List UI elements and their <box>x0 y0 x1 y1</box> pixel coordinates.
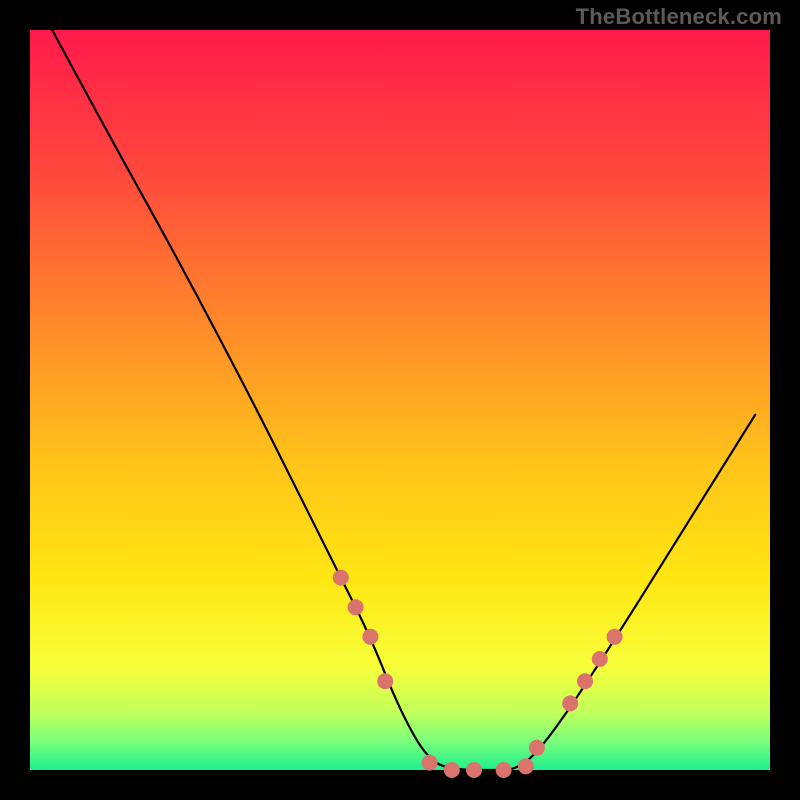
curve-marker <box>348 599 364 615</box>
curve-marker <box>577 673 593 689</box>
curve-marker <box>362 629 378 645</box>
curve-marker <box>377 673 393 689</box>
curve-marker <box>444 762 460 778</box>
curve-marker <box>562 695 578 711</box>
curve-marker <box>529 740 545 756</box>
plot-background <box>30 30 770 770</box>
curve-marker <box>607 629 623 645</box>
curve-marker <box>333 570 349 586</box>
curve-marker <box>466 762 482 778</box>
chart-stage: TheBottleneck.com <box>0 0 800 800</box>
curve-marker <box>422 755 438 771</box>
curve-marker <box>592 651 608 667</box>
bottleneck-chart <box>0 0 800 800</box>
curve-marker <box>496 762 512 778</box>
watermark-text: TheBottleneck.com <box>576 4 782 30</box>
curve-marker <box>518 758 534 774</box>
